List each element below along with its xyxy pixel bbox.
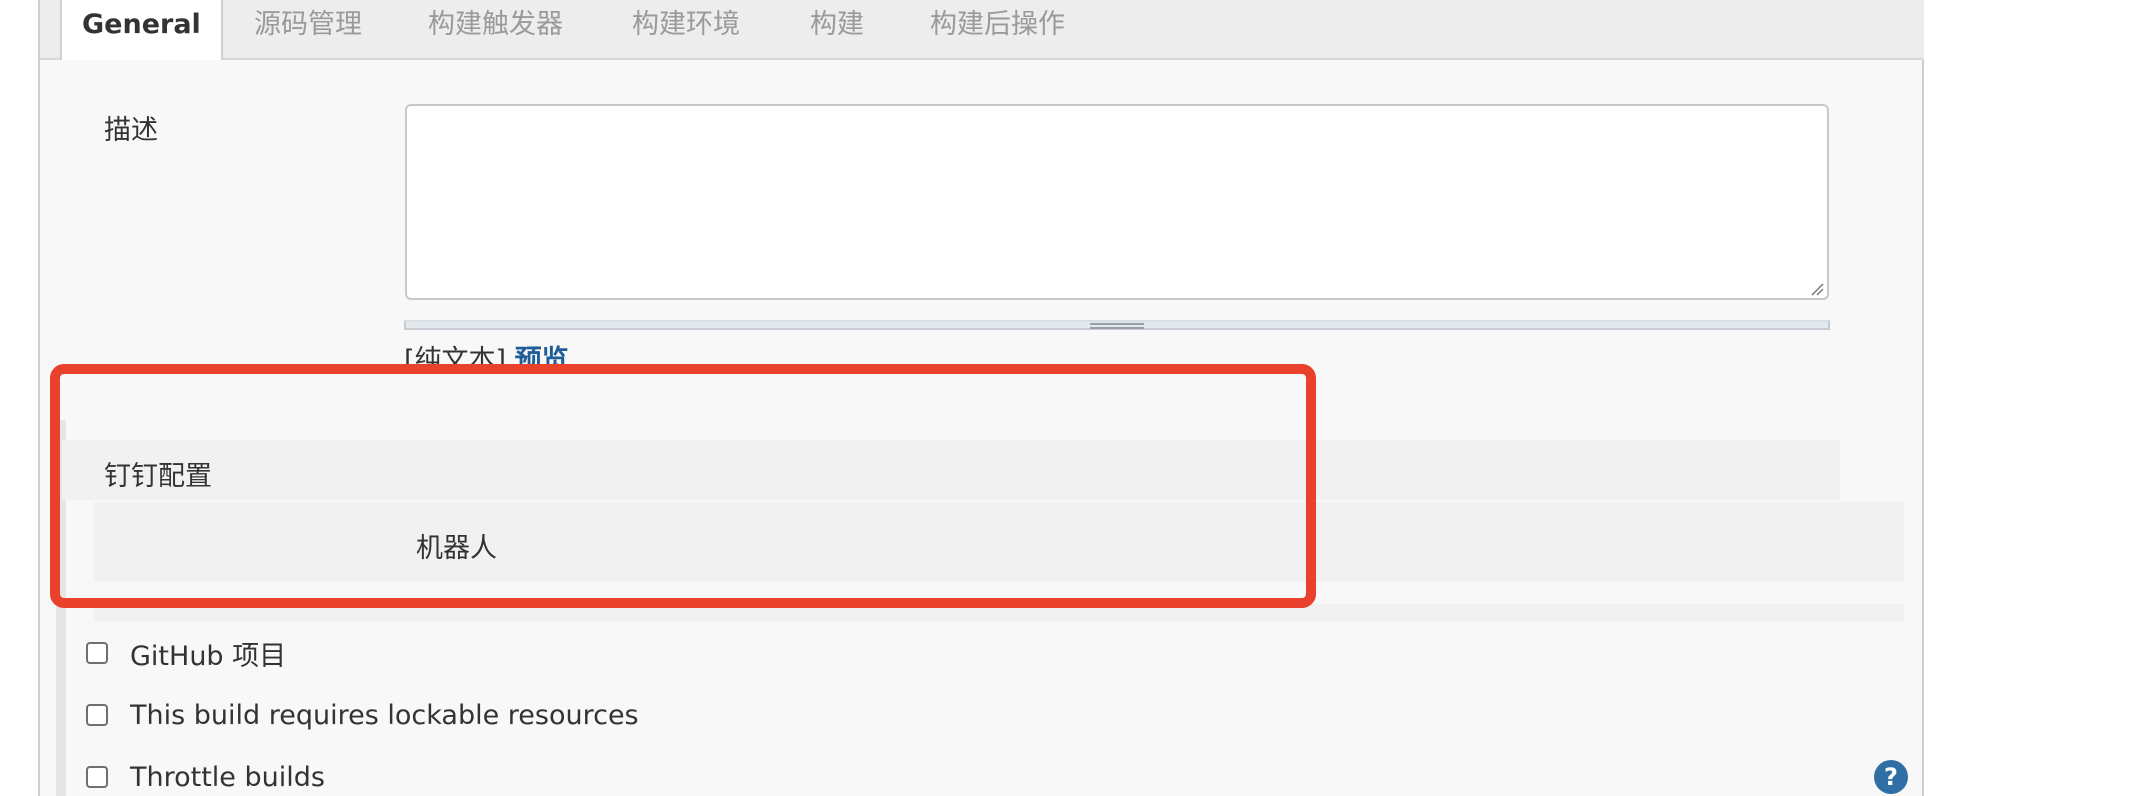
throttle-builds-checkbox[interactable] [86,766,108,788]
option-throttle-builds: Throttle builds [84,760,325,794]
drag-grip-icon[interactable] [1090,323,1144,329]
highlight-annotation-box [50,364,1316,608]
description-textarea[interactable] [405,104,1829,300]
option-lockable-resources: This build requires lockable resources [84,698,639,732]
github-project-checkbox[interactable] [86,642,108,664]
resize-handle-icon[interactable] [1810,282,1824,296]
option-github-project: GitHub 项目 [84,634,286,673]
tab-scm[interactable]: 源码管理 [254,0,362,60]
tab-build-environment[interactable]: 构建环境 [632,0,740,60]
tab-post-build-actions[interactable]: 构建后操作 [930,0,1065,60]
description-label: 描述 [104,115,158,146]
tab-build-triggers[interactable]: 构建触发器 [428,0,563,60]
github-project-label[interactable]: GitHub 项目 [130,634,286,673]
throttle-builds-label[interactable]: Throttle builds [130,762,325,793]
lockable-resources-checkbox[interactable] [86,704,108,726]
tab-general[interactable]: General [60,0,223,60]
lockable-resources-label[interactable]: This build requires lockable resources [130,700,639,731]
tab-build[interactable]: 构建 [810,0,864,60]
config-tab-bar: General 源码管理 构建触发器 构建环境 构建 构建后操作 [40,0,1924,60]
help-icon[interactable]: ? [1874,760,1908,794]
